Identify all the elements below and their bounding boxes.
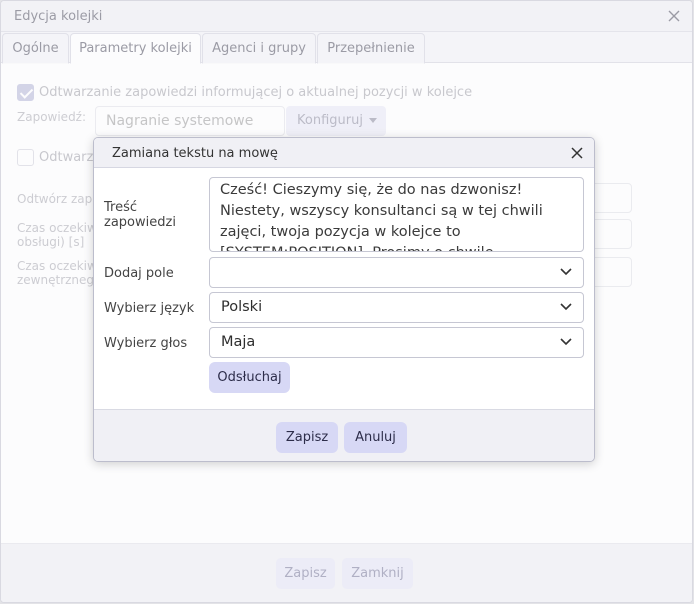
caret-down-icon (368, 118, 377, 123)
tab-agents-groups[interactable]: Agenci i grupy (202, 33, 316, 64)
dialog-cancel-button[interactable]: Anuluj (344, 422, 407, 453)
dialog-title: Zamiana tekstu na mowę (112, 146, 278, 161)
position-announcement-checkbox[interactable] (17, 84, 34, 101)
dialog-header: Zamiana tekstu na mowę (94, 138, 594, 168)
chevron-down-icon (560, 303, 572, 311)
position-announcement-label: Odtwarzanie zapowiedzi informującej o ak… (39, 85, 473, 100)
announcement-text-label-line1: Treść (104, 200, 138, 215)
voice-label: Wybierz głos (104, 336, 188, 351)
close-icon[interactable] (664, 6, 684, 26)
tab-queue-parameters[interactable]: Parametry kolejki (70, 33, 201, 64)
language-label: Wybierz język (104, 301, 195, 316)
language-select[interactable]: Polski (209, 292, 584, 323)
second-option-label: Odtwarza (39, 150, 102, 165)
second-option-checkbox[interactable] (17, 149, 34, 166)
announcement-text-area[interactable]: Cześć! Cieszymy się, że do nas dzwonisz!… (209, 177, 584, 252)
tab-overflow[interactable]: Przepełnienie (317, 33, 425, 64)
add-field-label: Dodaj pole (104, 266, 174, 281)
replay-label: Odtwórz zap (17, 192, 93, 206)
wait-time-label-2: Czas oczekiw zewnętrzneg (17, 259, 97, 287)
wait-time-label-1: Czas oczekiw obsługi) [s] (17, 221, 97, 249)
text-to-speech-dialog: Zamiana tekstu na mowę Treść zapowiedzi … (93, 137, 595, 462)
language-value: Polski (221, 299, 263, 315)
add-field-select[interactable] (209, 257, 584, 288)
chevron-down-icon (560, 338, 572, 346)
window-footer: Zapisz Zamknij (1, 543, 692, 602)
close-button[interactable]: Zamknij (342, 558, 413, 589)
voice-select[interactable]: Maja (209, 327, 584, 358)
save-button[interactable]: Zapisz (276, 558, 335, 589)
wait-time-label-2-line1: Czas oczekiw (17, 259, 97, 273)
announcement-text-label-line2: zapowiedzi (104, 215, 176, 230)
announcement-input[interactable]: Nagranie systemowe (95, 106, 285, 136)
close-icon[interactable] (567, 143, 587, 163)
dialog-save-button[interactable]: Zapisz (276, 422, 338, 453)
tab-bar: Ogólne Parametry kolejki Agenci i grupy … (1, 32, 692, 64)
second-option-row: Odtwarza (17, 149, 101, 166)
wait-time-label-2-line2: zewnętrzneg (17, 273, 95, 287)
window-title: Edycja kolejki (14, 9, 103, 24)
announcement-label: Zapowiedź: (17, 110, 87, 124)
configure-button[interactable]: Konfiguruj (286, 106, 386, 136)
wait-time-label-1-line1: Czas oczekiw (17, 221, 97, 235)
configure-button-label: Konfiguruj (297, 113, 363, 128)
position-announcement-row: Odtwarzanie zapowiedzi informującej o ak… (17, 84, 472, 101)
listen-button[interactable]: Odsłuchaj (209, 362, 290, 393)
chevron-down-icon (560, 268, 572, 276)
voice-value: Maja (221, 334, 256, 350)
wait-time-label-1-line2: obsługi) [s] (17, 235, 85, 249)
tab-general[interactable]: Ogólne (2, 33, 69, 64)
announcement-text-label: Treść zapowiedzi (104, 200, 176, 230)
window-header: Edycja kolejki (1, 1, 692, 32)
dialog-footer: Zapisz Anuluj (94, 409, 594, 461)
